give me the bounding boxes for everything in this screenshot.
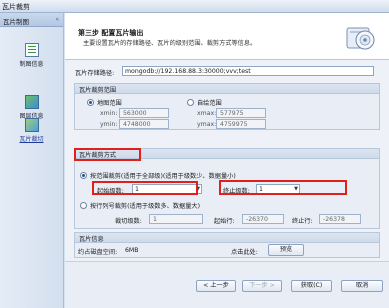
back-button[interactable]: < 上一步 — [196, 280, 236, 292]
step-description: 主要设置瓦片的存储路径、瓦片的级别范围、裁剪方式等信息。 — [83, 40, 257, 47]
start-row-label: 起始行: — [214, 218, 235, 225]
tile-range-group: 瓦片裁剪范围 地图范围 自绘范围 xmin: 563000 xmax: 5779… — [74, 83, 380, 130]
disk-space-label: 约占磁盘空间: — [78, 249, 118, 256]
step-title: 第三步 配置瓦片输出 — [78, 29, 144, 37]
sidebar-header[interactable]: 瓦片制图 « — [0, 13, 63, 27]
storage-path-input[interactable]: mongodb://192.168.88.3:30000;vvv;test — [122, 66, 374, 76]
disc-storage-icon — [346, 27, 375, 50]
disk-space-value: 6MB — [125, 247, 139, 254]
sidebar-item-label: 瓦片裁切 — [19, 136, 44, 143]
cut-level-label: 裁切级数: — [115, 218, 142, 225]
mode-range-radio[interactable]: 按范围裁剪(适用于全部级)(适用于级数少、数据量小) — [80, 171, 236, 180]
xmax-field[interactable]: 577975 — [216, 108, 266, 118]
radio-dot-icon — [187, 99, 194, 106]
range-custom-radio[interactable]: 自绘范围 — [187, 98, 222, 107]
group-header: 瓦片信息 — [75, 233, 379, 243]
start-row-field[interactable]: -26370 — [242, 214, 284, 224]
highlight-box — [74, 148, 141, 161]
radio-label: 地图范围 — [97, 100, 122, 107]
window-titlebar: 瓦片裁剪 — [0, 0, 389, 13]
storage-path-row: 瓦片存储路径: mongodb://192.168.88.3:30000;vvv… — [75, 66, 383, 77]
highlight-box — [219, 180, 347, 195]
radio-dot-icon — [80, 172, 87, 179]
cancel-button[interactable]: 取消 — [341, 280, 383, 292]
end-row-label: 终止行: — [292, 218, 313, 225]
cut-level-field[interactable]: 1 — [149, 214, 203, 224]
click-here-label: 点击此处: — [231, 249, 258, 256]
xmax-label: xmax: — [197, 110, 217, 117]
sidebar-item-tile-cut[interactable]: 瓦片裁切 — [0, 118, 63, 150]
grid-table-icon — [24, 43, 39, 57]
radio-dot-icon — [80, 202, 87, 209]
map-layers-icon — [24, 95, 39, 109]
wizard-panel: 第三步 配置瓦片输出 主要设置瓦片的存储路径、瓦片的级别范围、裁剪方式等信息。 … — [65, 13, 389, 308]
xmin-label: xmin: — [100, 110, 118, 117]
wizard-header: 第三步 配置瓦片输出 主要设置瓦片的存储路径、瓦片的级别范围、裁剪方式等信息。 — [65, 13, 389, 60]
radio-label: 按行列号裁剪(适用于级数多、数据量大) — [90, 203, 201, 210]
sidebar: 瓦片制图 « 制图信息 图层信息 瓦片裁切 — [0, 13, 64, 308]
group-header: 瓦片裁剪范围 — [75, 84, 379, 94]
group-title: 瓦片信息 — [79, 236, 104, 243]
tile-info-group: 瓦片信息 约占磁盘空间: 6MB 点击此处: 预览 — [74, 232, 380, 258]
xmin-field[interactable]: 563000 — [119, 108, 169, 118]
sidebar-header-label: 瓦片制图 — [3, 18, 29, 26]
mode-tile-radio[interactable]: 按行列号裁剪(适用于级数多、数据量大) — [80, 201, 200, 210]
wizard-footer: < 上一步 下一步 > 获取(C) 取消 — [65, 261, 389, 308]
ymax-field[interactable]: 4759975 — [216, 119, 266, 129]
storage-path-label: 瓦片存储路径: — [75, 70, 115, 77]
sidebar-item-label: 制图信息 — [19, 61, 44, 68]
end-row-field[interactable]: -26378 — [319, 214, 361, 224]
preview-button[interactable]: 预览 — [268, 244, 304, 256]
radio-label: 自绘范围 — [197, 100, 222, 107]
ymin-label: ymin: — [100, 121, 118, 128]
ymin-field[interactable]: 4748000 — [119, 119, 169, 129]
highlight-box — [92, 181, 198, 195]
sidebar-item-map-info[interactable]: 制图信息 — [0, 43, 63, 75]
tile-cut-icon — [24, 118, 39, 132]
next-button[interactable]: 下一步 > — [242, 280, 282, 292]
range-map-radio[interactable]: 地图范围 — [87, 98, 122, 107]
window-title: 瓦片裁剪 — [2, 3, 30, 11]
ymax-label: ymax: — [197, 121, 217, 128]
radio-dot-icon — [87, 99, 94, 106]
radio-label: 按范围裁剪(适用于全部级)(适用于级数少、数据量小) — [90, 173, 236, 180]
group-title: 瓦片裁剪范围 — [79, 87, 117, 94]
chevron-up-icon[interactable]: « — [55, 16, 59, 23]
finish-button[interactable]: 获取(C) — [291, 280, 332, 292]
